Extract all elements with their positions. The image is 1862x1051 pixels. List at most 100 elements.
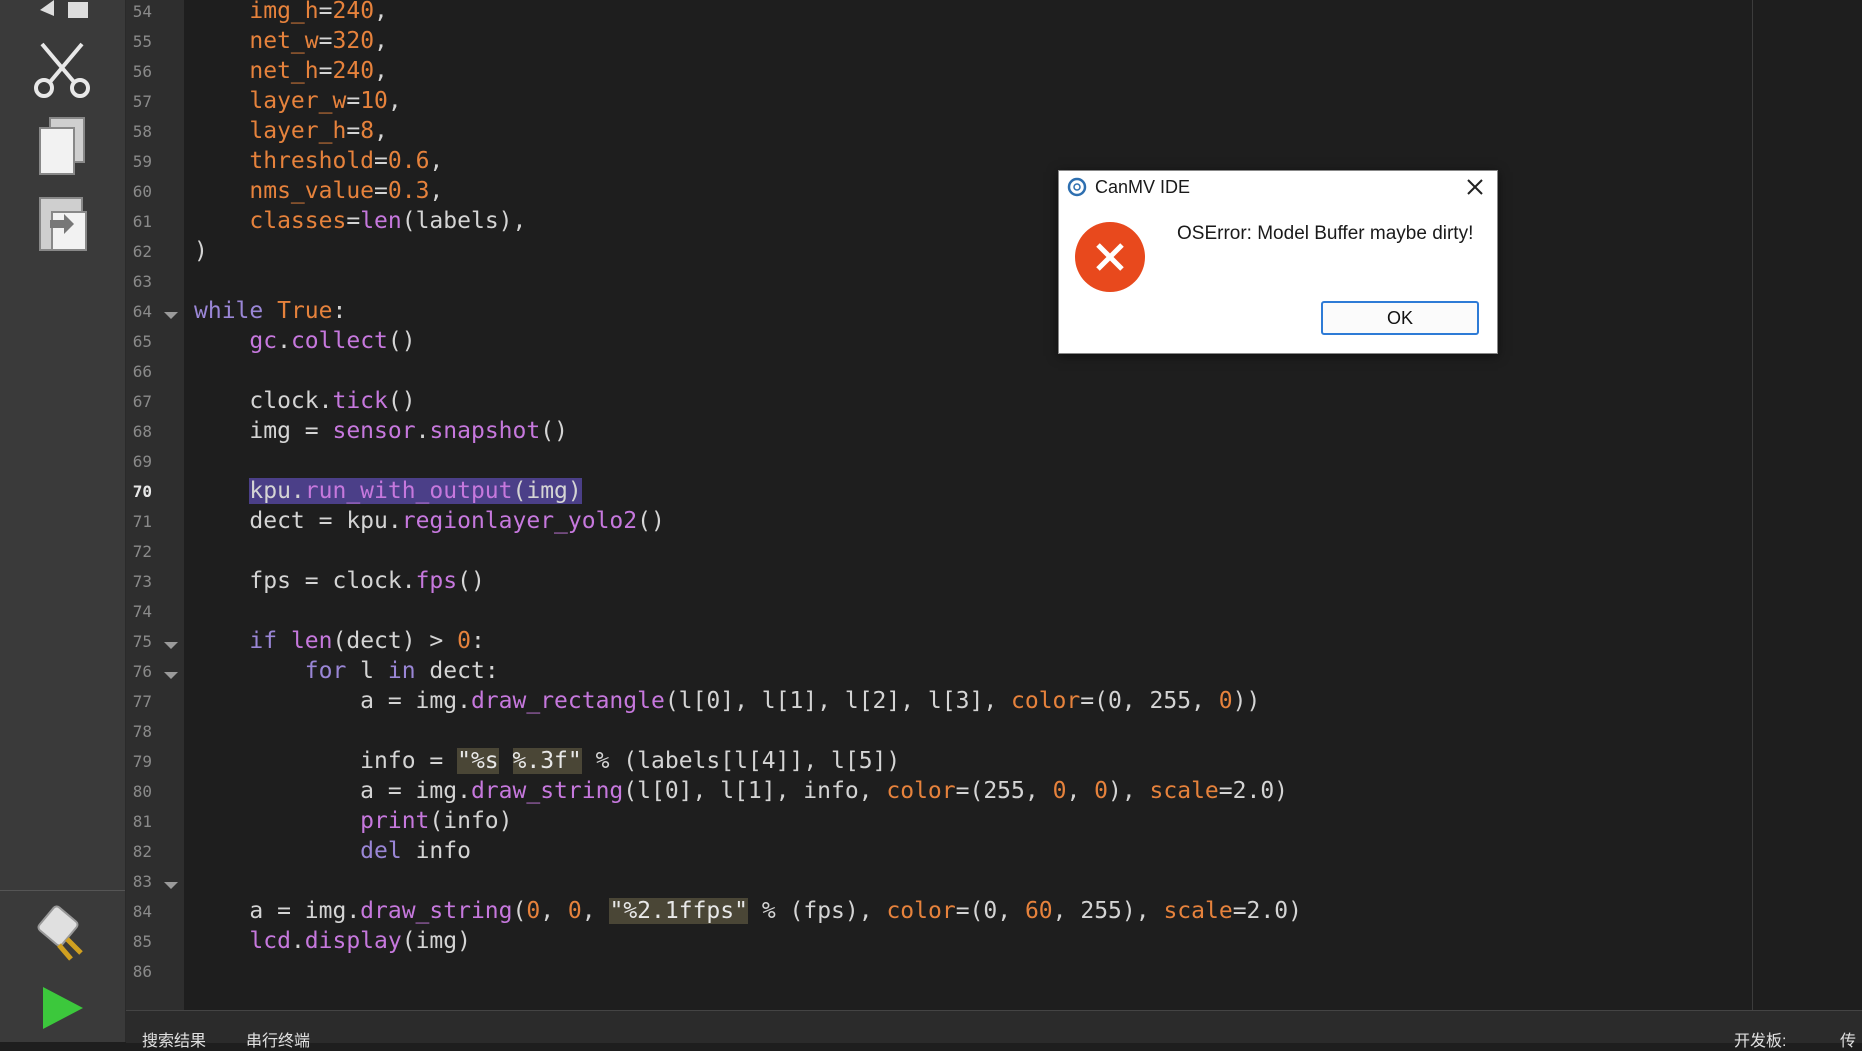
code-line[interactable]: layer_w=10, — [194, 86, 401, 116]
code-token: , — [1066, 778, 1095, 804]
code-token: : — [470, 628, 485, 654]
code-line[interactable]: a = img.draw_string(0, 0, "%2.1ffps" % (… — [194, 896, 1302, 926]
code-token: . — [415, 418, 430, 444]
code-token: 0.3 — [387, 178, 430, 204]
line-number: 67 — [132, 392, 152, 411]
code-token: = — [346, 118, 361, 144]
toolbar-separator — [0, 890, 125, 891]
fold-arrow-icon[interactable] — [164, 672, 178, 679]
code-token: : — [332, 298, 347, 324]
code-line[interactable]: net_h=240, — [194, 56, 388, 86]
code-line[interactable]: del info — [194, 836, 471, 866]
code-line[interactable]: while True: — [194, 296, 346, 326]
code-token: img = — [249, 418, 333, 444]
code-line[interactable]: threshold=0.6, — [194, 146, 443, 176]
ok-button[interactable]: OK — [1321, 301, 1479, 335]
connect-button[interactable] — [26, 898, 98, 970]
tab-serial-terminal[interactable]: 串行终端 — [246, 1027, 310, 1051]
scissors-icon — [34, 42, 90, 98]
code-token: net_w — [249, 28, 319, 54]
code-token: , — [540, 898, 568, 924]
code-line[interactable]: a = img.draw_rectangle(l[0], l[1], l[2],… — [194, 686, 1260, 716]
code-line[interactable]: info = "%s %.3f" % (labels[l[4]], l[5]) — [194, 746, 900, 776]
code-token: fps — [415, 568, 458, 594]
line-number: 79 — [132, 752, 152, 771]
code-token: threshold — [249, 148, 375, 174]
error-dialog: CanMV IDE OSError: Model Buffer maybe di… — [1058, 170, 1498, 354]
code-token: (info) — [429, 808, 513, 834]
code-token: "%s — [457, 748, 499, 774]
code-token: sensor — [332, 418, 416, 444]
code-token: layer_h — [249, 118, 347, 144]
line-number: 69 — [132, 452, 152, 471]
line-number: 56 — [132, 62, 152, 81]
code-line[interactable]: gc.collect() — [194, 326, 416, 356]
copy-icon — [39, 117, 85, 175]
code-token: ), — [1108, 778, 1150, 804]
code-line[interactable]: kpu.run_with_output(img) — [194, 476, 582, 506]
code-line[interactable]: ) — [194, 236, 208, 266]
code-token: , — [429, 178, 444, 204]
code-line[interactable]: nms_value=0.3, — [194, 176, 443, 206]
close-icon[interactable] — [1463, 175, 1487, 199]
code-token: del — [360, 838, 402, 864]
code-line[interactable]: for l in dect: — [194, 656, 499, 686]
code-token: %.3f" — [512, 748, 582, 774]
line-number: 63 — [132, 272, 152, 291]
line-number: 83 — [132, 872, 152, 891]
left-toolbar — [0, 0, 126, 1042]
line-number: 84 — [132, 902, 152, 921]
code-token: 0.6 — [387, 148, 430, 174]
code-token: = — [374, 148, 388, 174]
plug-icon — [37, 905, 83, 961]
code-token: kpu. — [249, 478, 305, 504]
code-token: (dect) > — [332, 628, 458, 654]
line-number: 73 — [132, 572, 152, 591]
code-line[interactable]: clock.tick() — [194, 386, 416, 416]
line-number: 74 — [132, 602, 152, 621]
undo-button[interactable] — [26, 0, 98, 38]
code-line[interactable]: img_h=240, — [194, 0, 388, 26]
code-line[interactable]: lcd.display(img) — [194, 926, 471, 956]
line-number: 86 — [132, 962, 152, 981]
code-token: 0 — [1218, 688, 1233, 714]
code-token: () — [387, 328, 416, 354]
fold-arrow-icon[interactable] — [164, 312, 178, 319]
fold-arrow-icon[interactable] — [164, 882, 178, 889]
code-line[interactable]: if len(dect) > 0: — [194, 626, 485, 656]
code-token: print — [360, 808, 430, 834]
code-token: a = img. — [360, 688, 471, 714]
code-line[interactable]: classes=len(labels), — [194, 206, 526, 236]
cut-button[interactable] — [26, 34, 98, 106]
code-token: img_h — [249, 0, 319, 24]
tab-search-results[interactable]: 搜索结果 — [142, 1027, 206, 1051]
code-token: () — [387, 388, 416, 414]
code-token: , — [581, 898, 610, 924]
paste-button[interactable] — [26, 186, 98, 258]
fold-arrow-icon[interactable] — [164, 642, 178, 649]
code-token: , — [374, 0, 388, 24]
code-token: run_with_output — [304, 478, 513, 504]
copy-button[interactable] — [26, 110, 98, 182]
code-line[interactable]: fps = clock.fps() — [194, 566, 484, 596]
code-editor[interactable]: img_h=240, net_w=320, net_h=240, layer_w… — [184, 0, 1752, 1010]
code-line[interactable]: print(info) — [194, 806, 513, 836]
run-button[interactable] — [26, 972, 98, 1044]
code-line[interactable]: dect = kpu.regionlayer_yolo2() — [194, 506, 664, 536]
line-number: 80 — [132, 782, 152, 801]
code-line[interactable]: a = img.draw_string(l[0], l[1], info, co… — [194, 776, 1288, 806]
code-line[interactable]: layer_h=8, — [194, 116, 388, 146]
code-token: color — [886, 898, 956, 924]
code-line[interactable]: img = sensor.snapshot() — [194, 416, 568, 446]
code-line[interactable]: net_w=320, — [194, 26, 388, 56]
code-token: classes — [249, 208, 347, 234]
code-token: 320 — [332, 28, 375, 54]
